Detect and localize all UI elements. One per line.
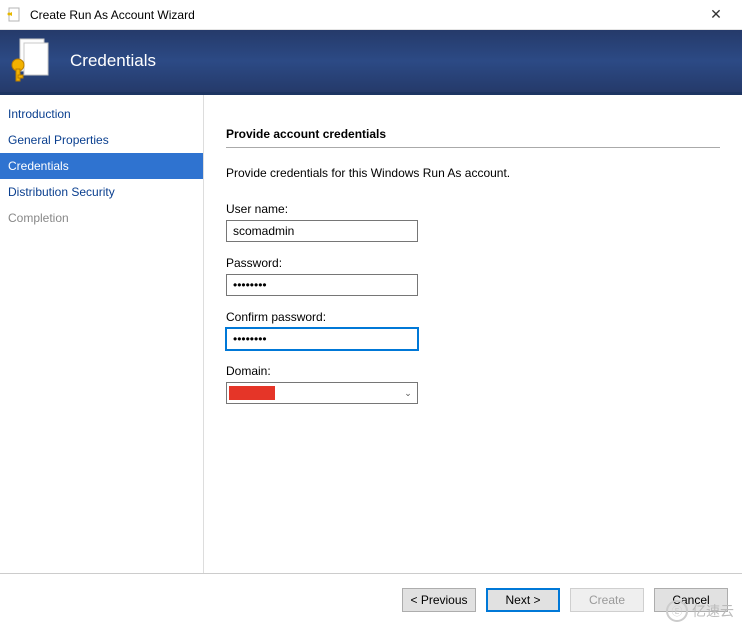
domain-group: Domain: ⌄ bbox=[226, 364, 720, 404]
password-group: Password: bbox=[226, 256, 720, 296]
window-title: Create Run As Account Wizard bbox=[30, 8, 195, 22]
sidebar-item-general-properties[interactable]: General Properties bbox=[0, 127, 203, 153]
domain-value bbox=[227, 383, 399, 403]
wizard-icon bbox=[6, 7, 22, 23]
previous-button[interactable]: < Previous bbox=[402, 588, 476, 612]
domain-combobox[interactable]: ⌄ bbox=[226, 382, 418, 404]
sidebar-item-completion[interactable]: Completion bbox=[0, 205, 203, 231]
domain-redacted bbox=[229, 386, 275, 400]
watermark-text: 亿速云 bbox=[692, 601, 734, 621]
confirm-password-label: Confirm password: bbox=[226, 310, 720, 324]
titlebar: Create Run As Account Wizard ✕ bbox=[0, 0, 742, 30]
watermark: Ⓔ 亿速云 bbox=[666, 600, 734, 622]
body: Introduction General Properties Credenti… bbox=[0, 95, 742, 573]
section-heading: Provide account credentials bbox=[226, 127, 720, 148]
content-area: Provide account credentials Provide cred… bbox=[204, 95, 742, 573]
sidebar-item-introduction[interactable]: Introduction bbox=[0, 101, 203, 127]
create-button: Create bbox=[570, 588, 644, 612]
banner: Credentials bbox=[0, 30, 742, 95]
sidebar: Introduction General Properties Credenti… bbox=[0, 95, 204, 573]
chevron-down-icon: ⌄ bbox=[399, 388, 417, 399]
close-icon: ✕ bbox=[710, 6, 722, 23]
sidebar-item-distribution-security[interactable]: Distribution Security bbox=[0, 179, 203, 205]
username-input[interactable] bbox=[226, 220, 418, 242]
close-button[interactable]: ✕ bbox=[696, 1, 736, 29]
next-button[interactable]: Next > bbox=[486, 588, 560, 612]
password-input[interactable] bbox=[226, 274, 418, 296]
watermark-icon: Ⓔ bbox=[666, 600, 688, 622]
banner-title: Credentials bbox=[70, 51, 156, 71]
username-label: User name: bbox=[226, 202, 720, 216]
credentials-icon bbox=[10, 37, 52, 85]
footer: < Previous Next > Create Cancel bbox=[0, 573, 742, 625]
sidebar-item-credentials[interactable]: Credentials bbox=[0, 153, 203, 179]
password-label: Password: bbox=[226, 256, 720, 270]
domain-label: Domain: bbox=[226, 364, 720, 378]
instruction-text: Provide credentials for this Windows Run… bbox=[226, 166, 720, 180]
confirm-password-group: Confirm password: bbox=[226, 310, 720, 350]
username-group: User name: bbox=[226, 202, 720, 242]
confirm-password-input[interactable] bbox=[226, 328, 418, 350]
